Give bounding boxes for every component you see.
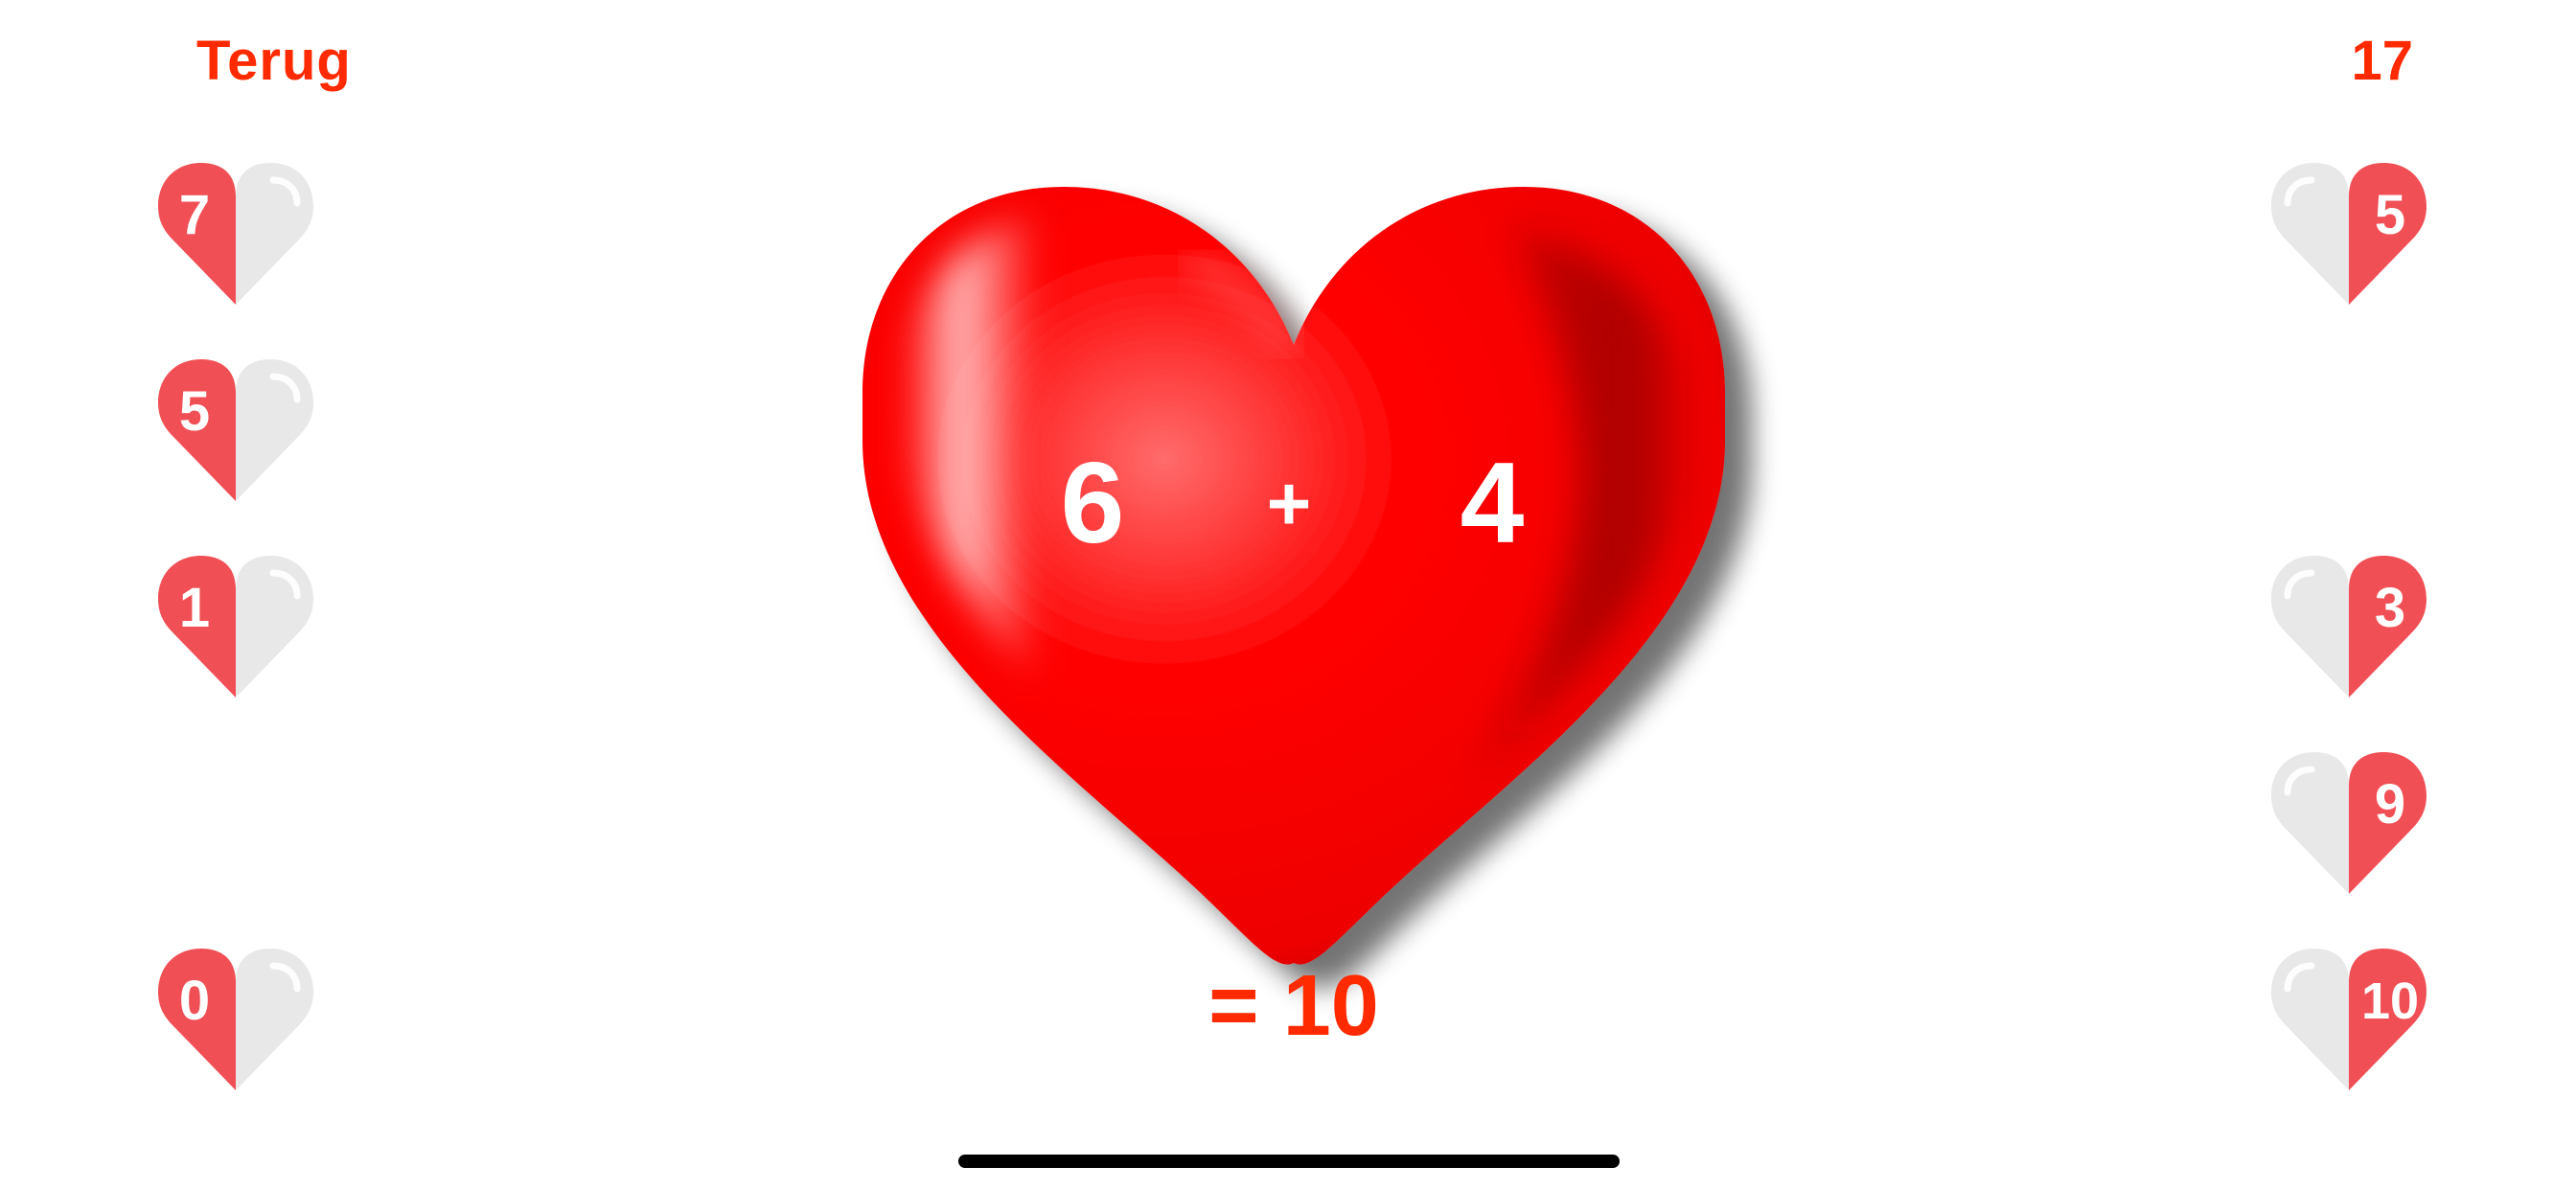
left-heart-option[interactable]: 1 (153, 556, 318, 709)
operand-b: 4 (1460, 439, 1525, 567)
left-heart-value: 5 (178, 380, 211, 443)
equation-heart[interactable] (843, 172, 1802, 977)
heart-icon (862, 187, 1725, 965)
score-counter: 17 (2351, 30, 2413, 92)
home-indicator[interactable] (958, 1155, 1620, 1168)
right-heart-value: 10 (2360, 973, 2420, 1030)
right-heart-value: 5 (2374, 184, 2406, 246)
right-heart-option[interactable]: 3 (2266, 556, 2431, 709)
left-heart-value: 0 (178, 970, 211, 1032)
right-heart-value: 3 (2374, 577, 2406, 639)
left-heart-value: 1 (178, 577, 211, 639)
right-heart-value: 9 (2374, 773, 2406, 835)
left-heart-option[interactable]: 0 (153, 949, 318, 1102)
left-heart-option[interactable]: 7 (153, 163, 318, 316)
right-heart-option[interactable]: 5 (2266, 163, 2431, 316)
equation-result: = 10 (1208, 958, 1379, 1054)
back-button[interactable]: Terug (196, 29, 352, 93)
operator-plus: + (1266, 461, 1312, 546)
operand-a: 6 (1060, 439, 1125, 567)
right-heart-option[interactable]: 9 (2266, 752, 2431, 905)
left-heart-value: 7 (178, 184, 211, 246)
right-heart-option[interactable]: 10 (2266, 949, 2431, 1102)
left-heart-option[interactable]: 5 (153, 359, 318, 513)
